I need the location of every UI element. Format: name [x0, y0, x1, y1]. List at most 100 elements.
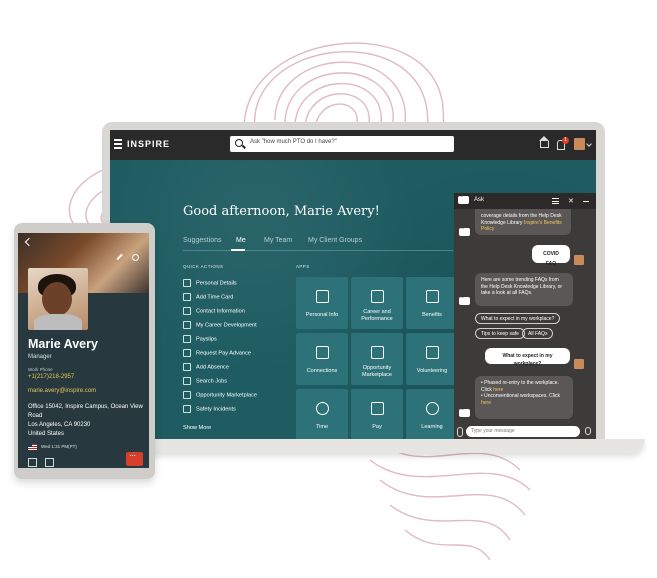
chevron-down-icon[interactable] — [586, 141, 592, 147]
contact-icon — [183, 307, 191, 315]
tab-suggestions[interactable]: Suggestions — [183, 237, 222, 244]
user-message: What to expect in my workplace? — [485, 348, 570, 367]
apps-heading: APPS — [296, 264, 310, 269]
profile-photo — [28, 268, 88, 330]
quick-action-item[interactable]: Personal Details — [183, 279, 237, 289]
quick-action-item[interactable]: Request Pay Advance — [183, 349, 251, 359]
chat-bubble-icon — [458, 193, 469, 204]
active-tab-indicator — [231, 249, 245, 251]
quick-action-item[interactable]: Add Time Card — [183, 293, 233, 303]
faq-chip[interactable]: Tips to keep safe — [475, 328, 525, 339]
career-icon — [371, 290, 384, 303]
user-avatar-icon — [574, 359, 584, 369]
person-icon — [183, 279, 191, 287]
search-icon[interactable] — [132, 254, 139, 261]
app-tile-personal-info[interactable]: Personal Info — [296, 277, 348, 329]
faq-chip[interactable]: What to expect in my workplace? — [475, 313, 561, 324]
bot-message: coverage details from the Help Desk Know… — [475, 209, 571, 235]
profile-title: Manager — [28, 354, 52, 360]
profile-name: Marie Avery — [28, 337, 98, 351]
menu-icon[interactable] — [114, 139, 122, 149]
play-icon — [426, 402, 439, 415]
app-tile-volunteering[interactable]: Volunteering — [406, 333, 458, 385]
chat-menu-icon[interactable] — [552, 198, 559, 206]
quick-action-item[interactable]: Safety Incidents — [183, 405, 236, 415]
faq-chip[interactable]: All FAQs — [522, 328, 554, 339]
search-icon — [183, 377, 191, 385]
tab-my-team[interactable]: My Team — [264, 237, 292, 244]
tab-my-client-groups[interactable]: My Client Groups — [308, 237, 362, 244]
app-tile-career[interactable]: Career and Performance — [351, 277, 403, 329]
brand-logo[interactable]: INSPIRE — [127, 139, 170, 149]
quick-action-item[interactable]: Search Jobs — [183, 377, 227, 387]
benefits-icon — [426, 290, 439, 303]
mute-icon[interactable]: ✕ — [568, 197, 574, 205]
search-placeholder: Ask "how much PTO do I have?" — [250, 139, 337, 145]
payslip-icon — [183, 335, 191, 343]
faq-bullet: • Unconventional workspaces. Click here — [481, 393, 561, 406]
attachment-icon[interactable] — [457, 427, 463, 437]
faq-bullet: • Phased re-entry to the workplace. Clic… — [481, 380, 559, 393]
linkedin-icon[interactable] — [45, 458, 54, 467]
notification-badge: 1 — [562, 137, 569, 144]
show-more-link[interactable]: Show More — [183, 425, 211, 431]
top-bar: INSPIRE Ask "how much PTO do I have?" 1 — [110, 130, 596, 160]
quick-actions-heading: QUICK ACTIONS — [183, 264, 224, 269]
app-tile-connections[interactable]: Connections — [296, 333, 348, 385]
absence-icon — [183, 363, 191, 371]
chat-title: Ask — [474, 197, 485, 203]
marketplace-icon — [183, 391, 191, 399]
quick-action-item[interactable]: Payslips — [183, 335, 217, 345]
safety-icon — [183, 405, 191, 413]
store-icon — [371, 346, 384, 359]
profile-address: Office 15042, Inspire Campus, Ocean View… — [28, 404, 143, 437]
home-icon[interactable] — [539, 136, 549, 148]
chat-panel: Ask ✕ coverage details from the Help Des… — [454, 193, 596, 441]
chat-header: Ask ✕ — [454, 193, 596, 209]
user-avatar-icon — [574, 255, 584, 265]
calendar-icon — [183, 293, 191, 301]
connections-icon — [316, 346, 329, 359]
person-icon — [316, 290, 329, 303]
bot-avatar-icon — [459, 294, 470, 305]
money-icon — [183, 349, 191, 357]
chat-message-input[interactable]: Type your message — [466, 426, 580, 437]
user-avatar[interactable] — [574, 138, 585, 150]
laptop-screen: INSPIRE Ask "how much PTO do I have?" 1 … — [110, 130, 596, 441]
clock-icon — [316, 402, 329, 415]
app-tile-pay[interactable]: Pay — [351, 389, 403, 441]
local-time: Wed 1:31 PM(PT) — [41, 444, 77, 449]
app-tile-learning[interactable]: Learning — [406, 389, 458, 441]
app-tile-time[interactable]: Time — [296, 389, 348, 441]
quick-action-item[interactable]: Contact Information — [183, 307, 245, 317]
quick-action-item[interactable]: Opportunity Marketplace — [183, 391, 257, 401]
search-icon — [235, 139, 243, 147]
app-tile-benefits[interactable]: Benefits — [406, 277, 458, 329]
work-phone-link[interactable]: +1(217)218-2957 — [28, 374, 74, 380]
career-icon — [183, 321, 191, 329]
email-link[interactable]: marie.avery@inspire.com — [28, 388, 96, 394]
phone-screen: Marie Avery Manager Work Phone +1(217)21… — [18, 233, 149, 468]
greeting: Good afternoon, Marie Avery! — [183, 204, 380, 219]
org-chart-icon[interactable] — [28, 458, 37, 467]
volunteer-icon — [426, 346, 439, 359]
here-link[interactable]: here — [493, 387, 503, 393]
bot-avatar-icon — [459, 406, 470, 417]
laptop-base — [75, 439, 645, 453]
cash-icon — [371, 402, 384, 415]
microphone-icon[interactable] — [585, 427, 591, 435]
quick-action-item[interactable]: My Career Development — [183, 321, 257, 331]
chat-launcher-icon[interactable] — [126, 450, 143, 466]
tab-me[interactable]: Me — [236, 237, 246, 244]
user-message: COVID FAQ — [532, 245, 570, 267]
search-input[interactable]: Ask "how much PTO do I have?" — [230, 136, 454, 152]
minimize-icon[interactable] — [583, 201, 589, 202]
quick-action-item[interactable]: Add Absence — [183, 363, 229, 373]
bot-avatar-icon — [459, 225, 470, 236]
bot-message: • Phased re-entry to the workplace. Clic… — [475, 376, 573, 419]
us-flag-icon — [28, 444, 37, 450]
tab-divider — [183, 250, 453, 251]
app-tile-opportunity[interactable]: Opportunity Marketplace — [351, 333, 403, 385]
work-phone-label: Work Phone — [28, 367, 53, 372]
here-link[interactable]: here — [481, 400, 491, 406]
